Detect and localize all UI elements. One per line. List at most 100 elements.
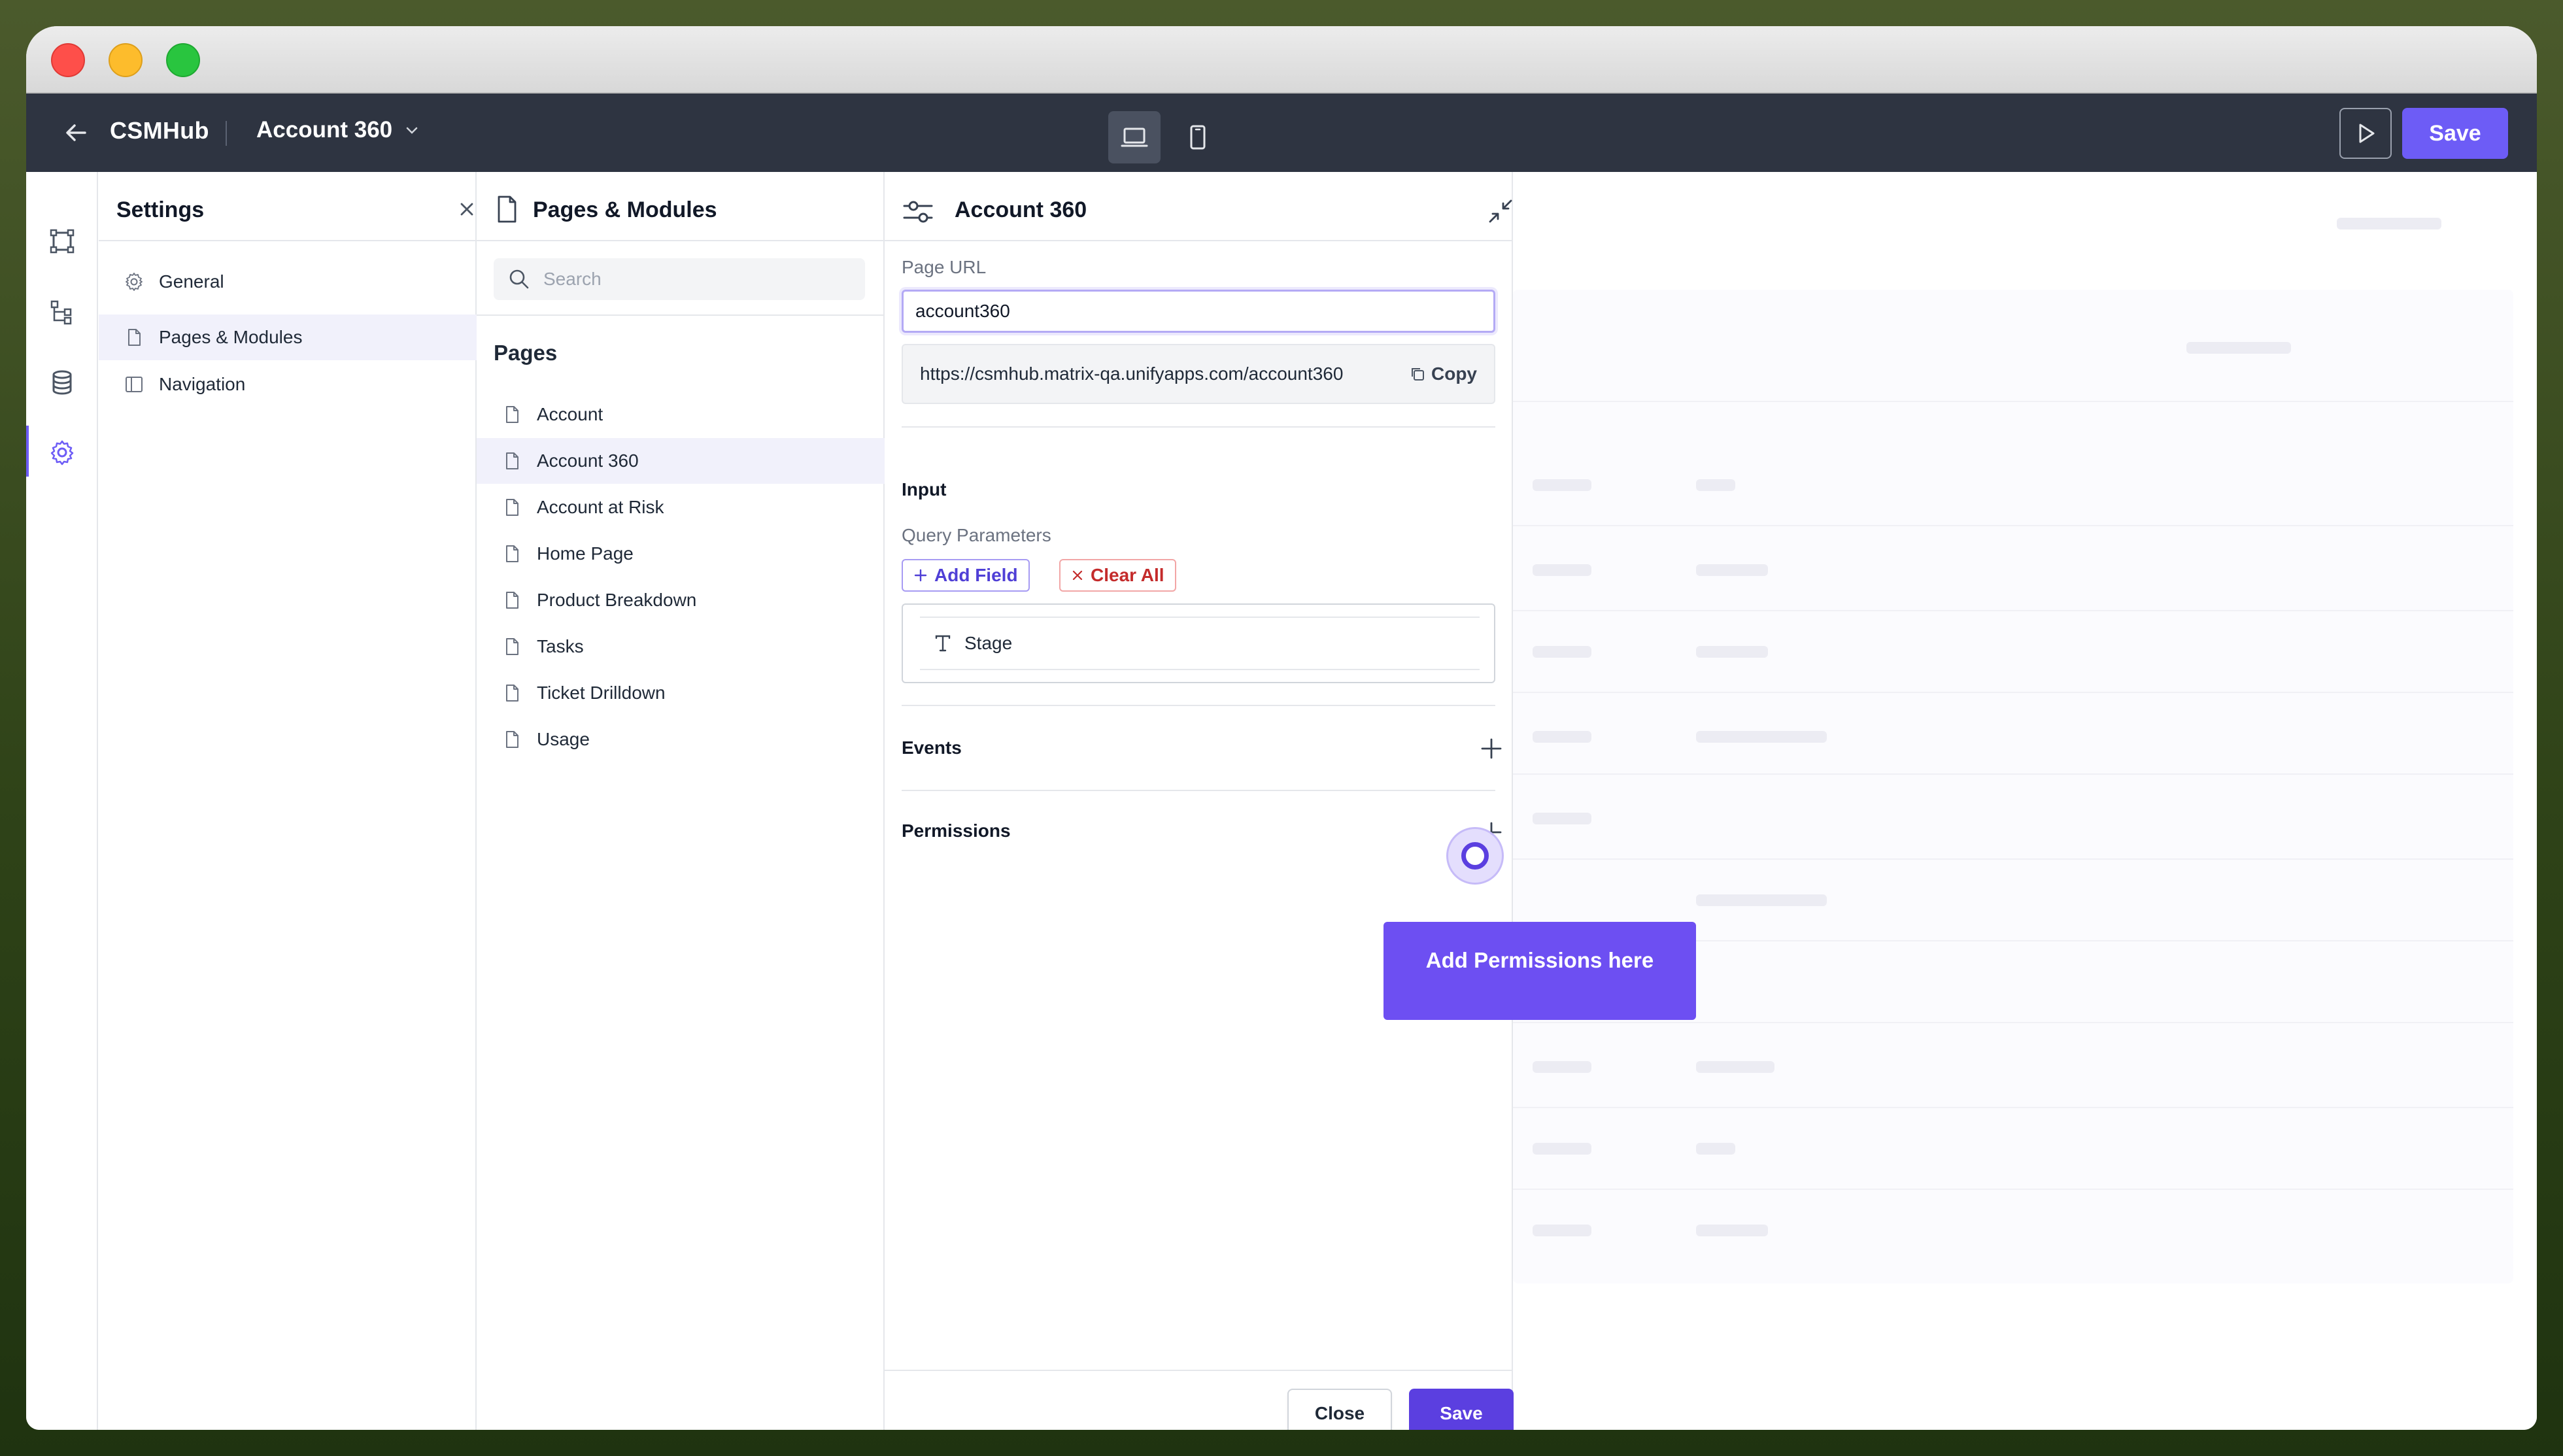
section-divider	[902, 705, 1495, 706]
app-window: CSMHub Account 360 Save Settings General…	[26, 26, 2537, 1430]
canvas-blurred-cell	[1696, 894, 1827, 906]
rail-data-button[interactable]	[46, 367, 78, 398]
page-selector[interactable]: Account 360	[256, 117, 420, 143]
pages-header-divider	[477, 240, 883, 241]
settings-item-label: Pages & Modules	[159, 327, 303, 347]
header-save-button[interactable]: Save	[2402, 108, 2508, 159]
page-item-label: Home Page	[537, 543, 634, 564]
canvas-row-divider	[1513, 692, 2513, 693]
settings-header-divider	[99, 240, 475, 241]
sliders-icon	[902, 197, 934, 230]
page-item-account-360[interactable]: Account 360	[477, 438, 885, 484]
detail-title: Account 360	[955, 197, 1087, 222]
canvas-blurred-cell	[1533, 564, 1591, 576]
settings-item-label: General	[159, 271, 224, 292]
play-icon	[2359, 124, 2375, 143]
plus-icon	[914, 569, 927, 582]
clear-all-button[interactable]: Clear All	[1059, 559, 1176, 592]
rail-tree-button[interactable]	[46, 296, 78, 328]
desktop-view-button[interactable]	[1108, 111, 1161, 163]
canvas-blurred-cell	[1533, 479, 1591, 491]
canvas-row-divider	[1513, 1022, 2513, 1023]
input-section-title: Input	[902, 479, 947, 499]
pages-search-input[interactable]: Search	[494, 258, 865, 300]
tree-icon	[50, 300, 72, 325]
canvas-row-divider	[1513, 1189, 2513, 1190]
canvas-blurred-cell	[1533, 1061, 1591, 1073]
app-name: CSMHub	[110, 117, 209, 144]
laptop-icon	[1121, 127, 1148, 147]
pages-modules-panel: Pages & Modules Search Pages Account Acc…	[477, 172, 885, 1430]
page-item-label: Product Breakdown	[537, 590, 697, 610]
back-arrow-icon[interactable]	[60, 117, 92, 148]
canvas-blurred-cell	[1696, 731, 1827, 743]
settings-item-pages-modules[interactable]: Pages & Modules	[99, 314, 477, 360]
page-item-account-at-risk[interactable]: Account at Risk	[477, 484, 885, 530]
pages-section-heading: Pages	[494, 341, 558, 365]
close-button[interactable]: Close	[1287, 1389, 1392, 1430]
permissions-section-title: Permissions	[902, 821, 1011, 841]
detail-header-divider	[885, 240, 1512, 241]
save-button[interactable]: Save	[1409, 1389, 1514, 1430]
page-item-ticket-drilldown[interactable]: Ticket Drilldown	[477, 670, 885, 716]
page-item-label: Account	[537, 404, 603, 424]
copy-icon	[1412, 368, 1424, 381]
canvas-blurred-cell	[1696, 479, 1735, 491]
page-item-product-breakdown[interactable]: Product Breakdown	[477, 577, 885, 623]
full-url-text: https://csmhub.matrix-qa.unifyapps.com/a…	[920, 364, 1344, 384]
tour-hotspot[interactable]	[1446, 827, 1504, 885]
file-icon	[506, 592, 518, 609]
close-icon[interactable]	[457, 199, 477, 219]
file-icon	[506, 499, 518, 516]
rail-active-indicator	[26, 426, 29, 477]
query-params-label: Query Parameters	[902, 525, 1051, 545]
clear-all-label: Clear All	[1091, 565, 1164, 585]
canvas-blurred-cell	[1696, 646, 1768, 658]
text-type-icon	[935, 635, 951, 652]
page-item-home-page[interactable]: Home Page	[477, 531, 885, 577]
page-item-account[interactable]: Account	[477, 392, 885, 437]
page-item-label: Account 360	[537, 450, 639, 471]
page-item-label: Tasks	[537, 636, 584, 656]
canvas-blurred-cell	[1696, 1061, 1774, 1073]
canvas-blurred-cell	[1696, 1225, 1768, 1236]
add-event-button[interactable]	[1478, 736, 1504, 762]
settings-item-label: Navigation	[159, 374, 246, 394]
page-item-label: Usage	[537, 729, 590, 749]
settings-item-navigation[interactable]: Navigation	[99, 362, 477, 407]
add-field-label: Add Field	[934, 565, 1018, 585]
rail-canvas-button[interactable]	[46, 226, 78, 257]
sidebar-icon	[126, 377, 143, 392]
page-detail-panel: Account 360 Page URL account360 https://…	[885, 172, 1515, 1430]
database-icon	[52, 370, 72, 395]
canvas-blurred-cell	[1533, 1225, 1591, 1236]
canvas-blurred-cell	[1533, 813, 1591, 824]
collapse-icon[interactable]	[1486, 197, 1515, 229]
file-icon	[494, 194, 520, 228]
canvas-row-divider	[1513, 773, 2513, 775]
mobile-view-button[interactable]	[1172, 111, 1224, 163]
add-field-button[interactable]: Add Field	[902, 559, 1030, 592]
preview-button[interactable]	[2339, 108, 2392, 159]
minimize-window-button[interactable]	[109, 43, 143, 77]
query-param-row[interactable]: Stage	[920, 617, 1480, 670]
close-window-button[interactable]	[51, 43, 85, 77]
file-icon	[506, 545, 518, 562]
tour-tooltip: Add Permissions here	[1383, 922, 1696, 1020]
page-item-usage[interactable]: Usage	[477, 717, 885, 762]
maximize-window-button[interactable]	[166, 43, 200, 77]
page-item-label: Account at Risk	[537, 497, 664, 517]
tour-hotspot-dot	[1461, 842, 1489, 870]
canvas-row-divider	[1513, 858, 2513, 860]
rail-settings-button[interactable]	[46, 437, 78, 468]
canvas-row-divider	[1513, 525, 2513, 526]
page-url-input[interactable]: account360	[902, 290, 1495, 333]
window-titlebar	[26, 26, 2537, 93]
settings-item-general[interactable]: General	[99, 259, 477, 305]
section-divider	[902, 426, 1495, 428]
copy-button[interactable]: Copy	[1409, 364, 1477, 384]
gear-icon	[126, 273, 143, 291]
page-item-tasks[interactable]: Tasks	[477, 624, 885, 669]
query-param-label: Stage	[964, 633, 1013, 653]
settings-panel: Settings General Pages & Modules Navigat…	[99, 172, 477, 1430]
